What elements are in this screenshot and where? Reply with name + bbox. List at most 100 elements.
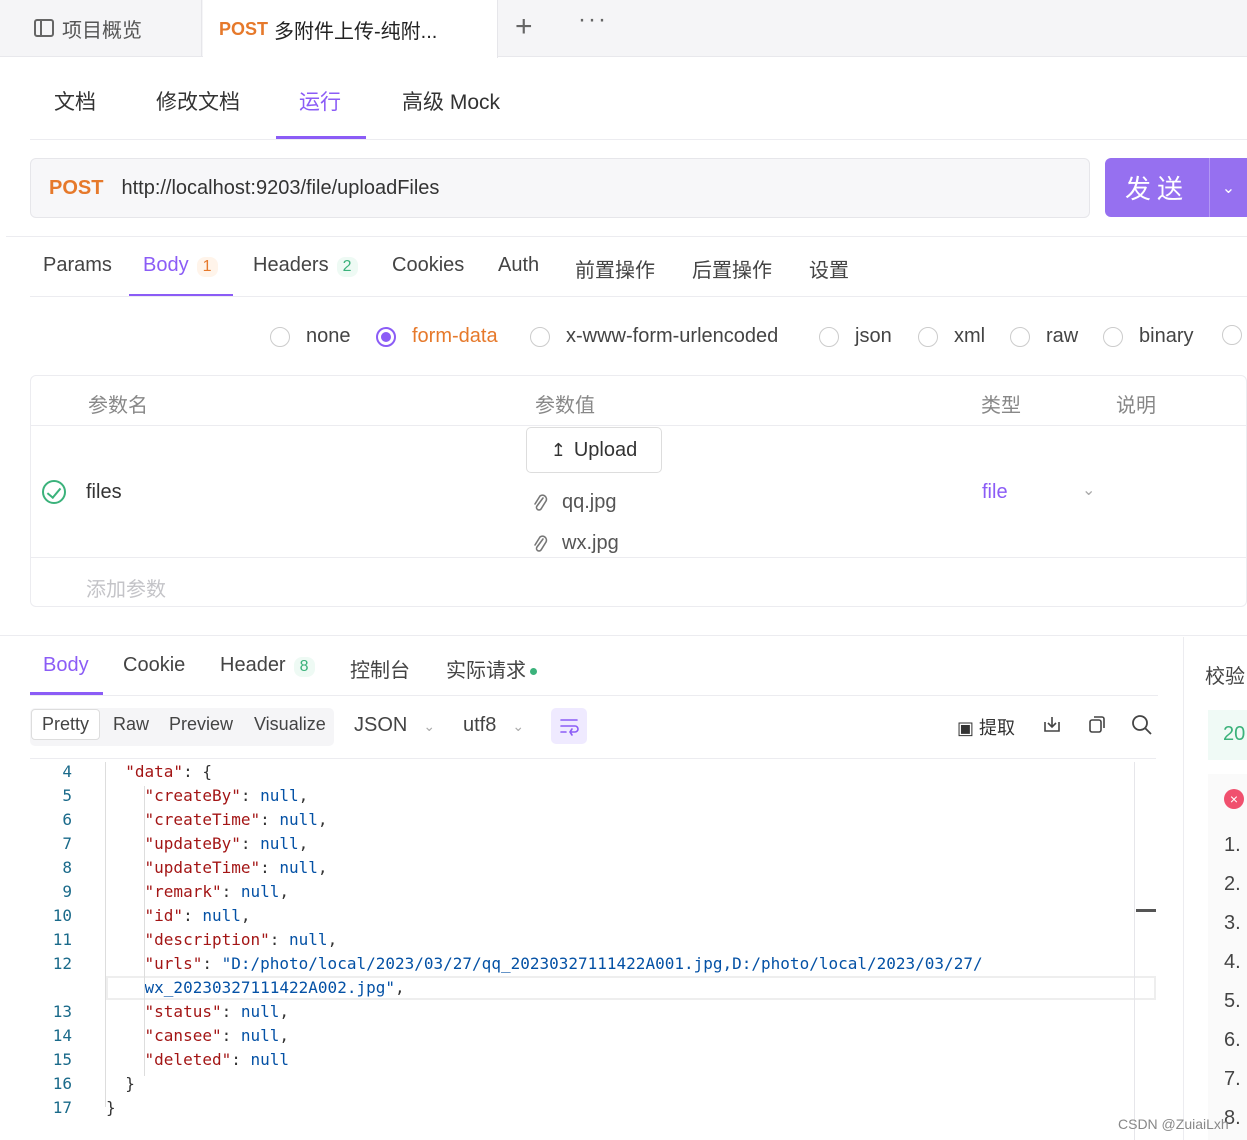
- more-icon[interactable]: ···: [578, 6, 608, 34]
- code-line: "cansee": null,: [144, 1026, 290, 1045]
- tab-edit-doc[interactable]: 修改文档: [156, 86, 240, 116]
- file-name: wx.jpg: [562, 532, 619, 554]
- radio-json[interactable]: json: [819, 325, 892, 348]
- line-number: 11: [52, 930, 72, 949]
- radio-circle: [530, 326, 550, 347]
- download-icon[interactable]: [1042, 714, 1062, 734]
- code-line: "updateTime": null,: [144, 858, 328, 877]
- divider: [0, 635, 1247, 636]
- radio-urlencoded[interactable]: x-www-form-urlencoded: [530, 325, 778, 348]
- tab-label: 多附件上传-纯附...: [274, 20, 438, 43]
- radio-more[interactable]: [1222, 325, 1247, 345]
- param-name[interactable]: files: [86, 481, 122, 504]
- word-wrap-button[interactable]: [551, 708, 587, 744]
- extract-button[interactable]: ▣ 提取: [957, 714, 1015, 740]
- response-tab-console[interactable]: 控制台: [350, 654, 410, 683]
- param-type-select[interactable]: file: [982, 481, 1008, 504]
- tab-body[interactable]: Body 1: [143, 254, 218, 277]
- code-line: "deleted": null: [144, 1050, 290, 1069]
- add-param-input[interactable]: 添加参数: [86, 573, 166, 602]
- tab-label: Body: [143, 254, 189, 276]
- tab-headers[interactable]: Headers 2: [253, 254, 358, 277]
- params-table: [30, 375, 1247, 607]
- tab-current-api[interactable]: POST 多附件上传-纯附...: [203, 0, 498, 58]
- radio-label: binary: [1139, 325, 1194, 347]
- tab-project-overview[interactable]: 项目概览: [6, 0, 202, 56]
- watermark: CSDN @ZuiaiLxh: [1118, 1116, 1229, 1132]
- file-name: qq.jpg: [562, 491, 617, 513]
- error-icon: ×: [1224, 789, 1244, 809]
- code-line: "description": null,: [144, 930, 338, 949]
- status-dot-icon: [530, 668, 537, 676]
- radio-raw[interactable]: raw: [1010, 325, 1078, 348]
- chevron-down-icon[interactable]: ⌄: [1082, 480, 1095, 500]
- encoding-label: utf8: [463, 714, 497, 736]
- count-badge: 2: [336, 257, 358, 277]
- tab-auth[interactable]: Auth: [498, 254, 539, 277]
- search-icon[interactable]: [1131, 714, 1153, 736]
- extract-label: 提取: [979, 718, 1016, 738]
- copy-icon[interactable]: [1087, 714, 1107, 734]
- radio-binary[interactable]: binary: [1103, 325, 1193, 348]
- send-button[interactable]: 发送 ⌄: [1105, 158, 1247, 217]
- radio-label: json: [855, 325, 892, 347]
- tab-cookies[interactable]: Cookies: [392, 254, 464, 277]
- radio-form-data[interactable]: form-data: [376, 325, 498, 348]
- divider: [30, 296, 1247, 297]
- radio-label: form-data: [412, 325, 498, 347]
- radio-none[interactable]: none: [270, 325, 351, 348]
- line-number: 5: [62, 786, 72, 805]
- tab-run[interactable]: 运行: [299, 86, 341, 116]
- url-bar[interactable]: POST http://localhost:9203/file/uploadFi…: [30, 158, 1090, 218]
- tab-post-script[interactable]: 后置操作: [692, 254, 772, 283]
- indent-guide: [105, 762, 106, 1107]
- count-badge: 8: [293, 657, 315, 677]
- response-tab-body[interactable]: Body: [43, 654, 89, 677]
- code-line: "updateBy": null,: [144, 834, 309, 853]
- view-mode-pretty[interactable]: Pretty: [31, 709, 101, 740]
- response-tab-actual-request[interactable]: 实际请求: [446, 654, 537, 683]
- code-line: "remark": null,: [144, 882, 290, 901]
- upload-button[interactable]: ↥ Upload: [526, 427, 662, 473]
- radio-xml[interactable]: xml: [918, 325, 985, 348]
- add-tab-icon[interactable]: +: [515, 10, 533, 44]
- chevron-down-icon: ⌄: [512, 718, 525, 734]
- tab-advanced-mock[interactable]: 高级 Mock: [402, 86, 500, 116]
- method-badge: POST: [219, 18, 269, 39]
- view-mode-raw[interactable]: Raw: [113, 714, 149, 735]
- format-select[interactable]: JSON ⌄: [354, 714, 435, 737]
- view-mode-visualize[interactable]: Visualize: [254, 714, 326, 735]
- tab-settings[interactable]: 设置: [809, 254, 849, 283]
- line-number: 4: [62, 762, 72, 781]
- chevron-down-icon[interactable]: ⌄: [1210, 178, 1247, 198]
- tab-pre-script[interactable]: 前置操作: [575, 254, 655, 283]
- radio-circle: [1222, 325, 1242, 345]
- file-item[interactable]: qq.jpg: [532, 491, 617, 514]
- radio-circle: [376, 326, 396, 347]
- enabled-check-icon[interactable]: [42, 480, 66, 504]
- line-number: 9: [62, 882, 72, 901]
- tab-label: Header: [220, 654, 286, 676]
- response-tab-cookie[interactable]: Cookie: [123, 654, 185, 677]
- list-item: 6.: [1224, 1029, 1241, 1051]
- encoding-select[interactable]: utf8 ⌄: [463, 714, 524, 737]
- list-item: 7.: [1224, 1068, 1241, 1090]
- column-header-value: 参数值: [535, 395, 595, 417]
- method-select[interactable]: POST: [49, 177, 103, 200]
- scrollbar[interactable]: [1134, 762, 1135, 1140]
- paperclip-icon: [534, 534, 548, 552]
- response-tab-header[interactable]: Header 8: [220, 654, 315, 677]
- count-badge: 1: [196, 257, 218, 277]
- upload-icon: ↥: [550, 439, 566, 460]
- url-input[interactable]: http://localhost:9203/file/uploadFiles: [121, 177, 439, 200]
- file-item[interactable]: wx.jpg: [532, 532, 619, 555]
- radio-circle: [819, 326, 839, 347]
- tab-doc[interactable]: 文档: [54, 86, 96, 116]
- view-mode-preview[interactable]: Preview: [169, 714, 233, 735]
- response-code-editor[interactable]: 4 "data": {5 "createBy": null, 6 "createT…: [30, 760, 1156, 1140]
- radio-circle: [918, 326, 938, 347]
- radio-label: raw: [1046, 325, 1079, 347]
- tab-params[interactable]: Params: [43, 254, 112, 277]
- list-item: 5.: [1224, 990, 1241, 1012]
- divider: [31, 557, 1247, 558]
